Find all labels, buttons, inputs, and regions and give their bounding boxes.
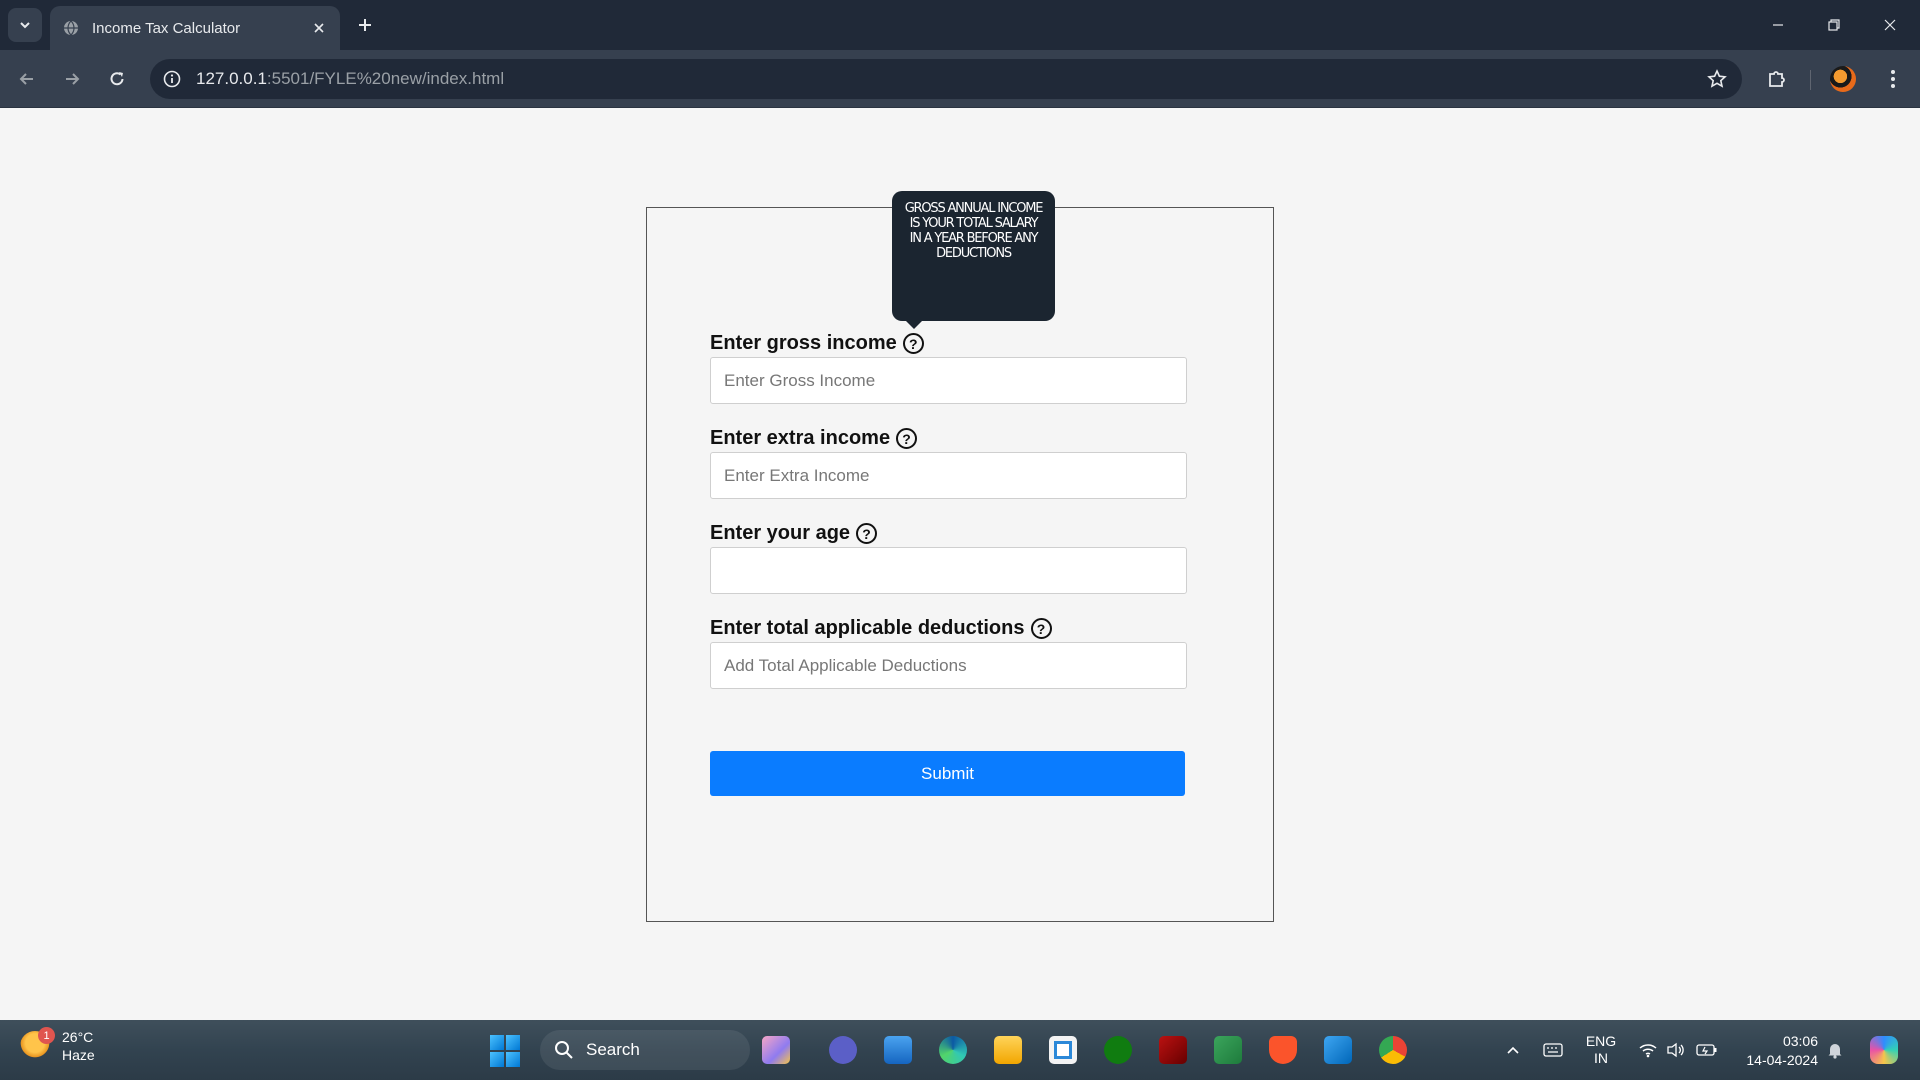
avatar: [1830, 66, 1856, 92]
extensions-button[interactable]: [1760, 62, 1794, 96]
chrome-browser-icon[interactable]: [1375, 1032, 1411, 1068]
gross-income-tooltip: GROSS ANNUAL INCOME IS YOUR TOTAL SALARY…: [892, 191, 1055, 329]
vscode-icon[interactable]: [1320, 1032, 1356, 1068]
windows-logo-tile: [506, 1035, 520, 1050]
browser-tab[interactable]: Income Tax Calculator: [50, 6, 340, 50]
show-hidden-icons-button[interactable]: [1498, 1020, 1528, 1080]
tab-search-button[interactable]: [8, 8, 42, 42]
age-label: Enter your age ?: [710, 522, 878, 545]
gross-income-input[interactable]: [710, 357, 1187, 404]
region-code: IN: [1594, 1050, 1608, 1066]
bookmark-star-icon[interactable]: [1702, 64, 1732, 94]
url-host: 127.0.0.1: [196, 69, 267, 88]
profile-button[interactable]: [1826, 62, 1860, 96]
restore-icon: [1828, 19, 1840, 31]
minimize-icon: [1773, 24, 1783, 26]
close-window-button[interactable]: [1870, 8, 1910, 42]
help-circle-icon[interactable]: ?: [856, 523, 878, 544]
language-indicator[interactable]: ENG IN: [1580, 1020, 1622, 1080]
url-text: 127.0.0.1:5501/FYLE%20new/index.html: [196, 69, 504, 89]
help-circle-icon[interactable]: ?: [902, 333, 924, 354]
minimize-button[interactable]: [1758, 8, 1798, 42]
clock-date: 14-04-2024: [1746, 1052, 1818, 1068]
chevron-up-icon: [1507, 1046, 1519, 1054]
keyboard-icon[interactable]: [1538, 1020, 1568, 1080]
weather-condition: Haze: [62, 1047, 95, 1063]
weather-temperature: 26°C: [62, 1029, 94, 1045]
extra-income-label-text: Enter extra income: [710, 427, 891, 449]
gross-income-label-text: Enter gross income: [710, 332, 897, 354]
notification-badge: 1: [38, 1027, 55, 1044]
arrow-left-icon: [19, 73, 33, 85]
reload-icon: [110, 72, 124, 86]
deductions-label: Enter total applicable deductions ?: [710, 617, 1052, 640]
plus-icon: [359, 19, 371, 31]
chevron-down-icon: [20, 22, 30, 29]
tab-title: Income Tax Calculator: [92, 19, 241, 37]
extra-income-input[interactable]: [710, 452, 1187, 499]
language-code: ENG: [1585, 1033, 1617, 1049]
taskbar: 1 26°C Haze Search ENG IN 03:06 14-04-20…: [0, 1020, 1920, 1080]
mail-app-icon[interactable]: [880, 1032, 916, 1068]
brave-browser-icon[interactable]: [1265, 1032, 1301, 1068]
site-info-icon[interactable]: [152, 59, 192, 99]
submit-button[interactable]: Submit: [710, 751, 1185, 796]
spreadsheet-app-icon[interactable]: [1210, 1032, 1246, 1068]
restore-button[interactable]: [1814, 8, 1854, 42]
close-tab-icon[interactable]: [306, 15, 332, 41]
toolbar-divider: [1810, 70, 1811, 90]
windows-logo-tile: [506, 1052, 520, 1067]
close-icon: [1884, 19, 1896, 31]
sun-haze-icon: 1: [20, 1027, 55, 1061]
url-path: :5501/FYLE%20new/index.html: [266, 69, 505, 88]
microsoft-store-icon[interactable]: [1045, 1032, 1081, 1068]
meet-app-icon[interactable]: [825, 1032, 861, 1068]
file-explorer-icon[interactable]: [990, 1032, 1026, 1068]
deductions-label-text: Enter total applicable deductions: [710, 617, 1025, 639]
puzzle-icon: [1769, 71, 1785, 87]
copilot-icon[interactable]: [1866, 1020, 1902, 1080]
forward-button[interactable]: [55, 62, 89, 96]
taskbar-search[interactable]: Search: [540, 1030, 750, 1070]
game-app-icon[interactable]: [1155, 1032, 1191, 1068]
globe-icon: [62, 19, 80, 37]
reload-button[interactable]: [100, 62, 134, 96]
battery-icon[interactable]: [1692, 1020, 1722, 1080]
age-label-text: Enter your age: [710, 522, 851, 544]
volume-icon[interactable]: [1662, 1020, 1690, 1080]
weather-widget[interactable]: 1 26°C Haze: [20, 1027, 95, 1064]
age-input[interactable]: [710, 547, 1187, 594]
page-viewport: GROSS ANNUAL INCOME IS YOUR TOTAL SALARY…: [0, 109, 1920, 1020]
weather-text: 26°C Haze: [62, 1028, 95, 1064]
deductions-input[interactable]: [710, 642, 1187, 689]
paint-app-icon[interactable]: [758, 1032, 794, 1068]
search-label: Search: [586, 1040, 640, 1059]
wifi-icon[interactable]: [1634, 1020, 1662, 1080]
back-button[interactable]: [10, 62, 44, 96]
clock-time: 03:06: [1782, 1033, 1818, 1049]
arrow-right-icon: [66, 73, 80, 85]
xbox-app-icon[interactable]: [1100, 1032, 1136, 1068]
menu-button[interactable]: [1876, 62, 1910, 96]
edge-browser-icon[interactable]: [935, 1032, 971, 1068]
start-button[interactable]: [490, 1035, 522, 1067]
help-circle-icon[interactable]: ?: [896, 428, 918, 449]
new-tab-button[interactable]: [350, 10, 380, 40]
windows-logo-tile: [490, 1052, 504, 1067]
copilot-glyph: [1870, 1036, 1898, 1064]
help-circle-icon[interactable]: ?: [1030, 618, 1052, 639]
system-clock[interactable]: 03:06 14-04-2024: [1738, 1032, 1818, 1070]
notifications-bell-icon[interactable]: [1822, 1020, 1848, 1080]
windows-logo-tile: [490, 1035, 504, 1050]
search-icon: [555, 1041, 573, 1059]
browser-tab-strip: Income Tax Calculator: [0, 0, 1920, 50]
address-bar[interactable]: 127.0.0.1:5501/FYLE%20new/index.html: [150, 59, 1742, 99]
extra-income-label: Enter extra income ?: [710, 427, 918, 450]
kebab-menu-icon: [1891, 70, 1895, 88]
browser-toolbar: 127.0.0.1:5501/FYLE%20new/index.html: [0, 50, 1920, 108]
gross-income-label: Enter gross income ?: [710, 332, 924, 355]
